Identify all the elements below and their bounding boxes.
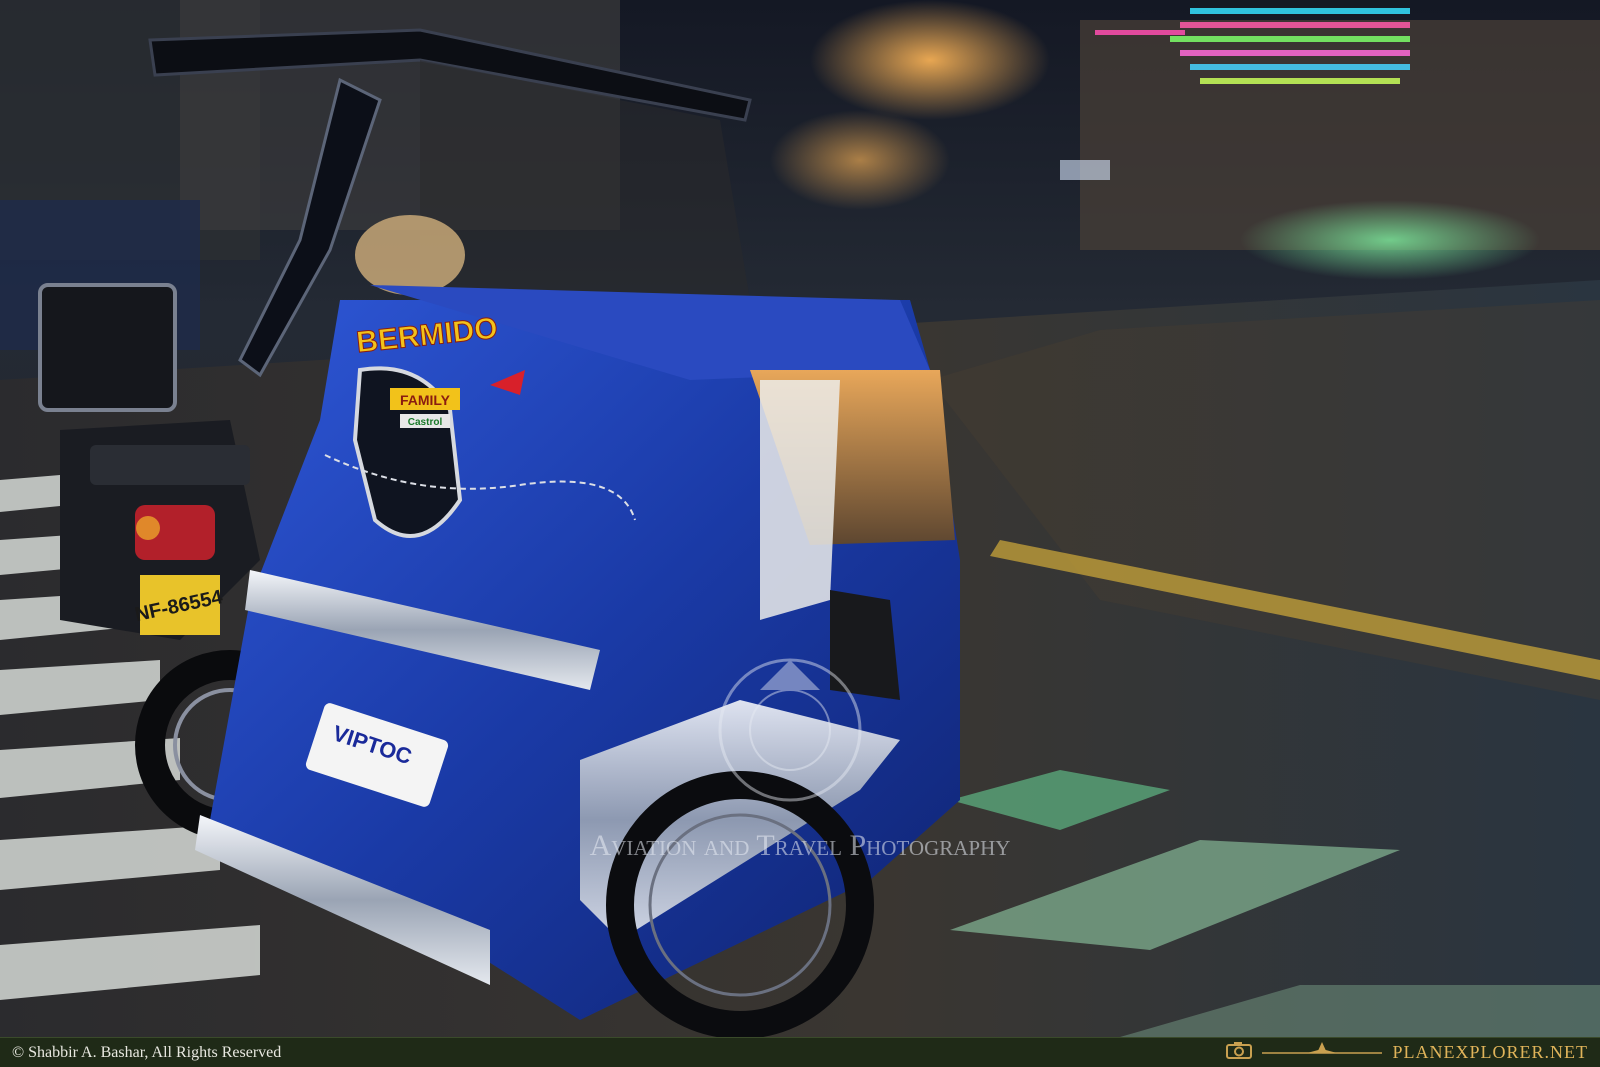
photo-credit-bar: © Shabbir A. Bashar, All Rights Reserved… <box>0 1037 1600 1067</box>
castrol-sticker-text: Castrol <box>408 417 443 428</box>
street-light-glow <box>770 110 950 210</box>
street-light-glow <box>810 0 1050 120</box>
brand-wordmark[interactable]: PLANEXPLORER.NET <box>1392 1042 1588 1063</box>
camera-icon <box>1226 1041 1253 1064</box>
night-street-photo: NF-86554 BERMIDO FAMILY Castrol VIPTOC A… <box>0 0 1600 1037</box>
distant-sign <box>1060 160 1110 180</box>
family-sticker-text: FAMILY <box>400 392 451 408</box>
photo-stage: NF-86554 BERMIDO FAMILY Castrol VIPTOC A… <box>0 0 1600 1067</box>
watermark-text: Aviation and Travel Photography <box>590 829 1011 862</box>
green-light-glow <box>1240 200 1540 280</box>
copyright-text: © Shabbir A. Bashar, All Rights Reserved <box>12 1043 282 1061</box>
airplane-icon <box>1262 1039 1383 1066</box>
brand: PLANEXPLORER.NET <box>1226 1039 1588 1066</box>
